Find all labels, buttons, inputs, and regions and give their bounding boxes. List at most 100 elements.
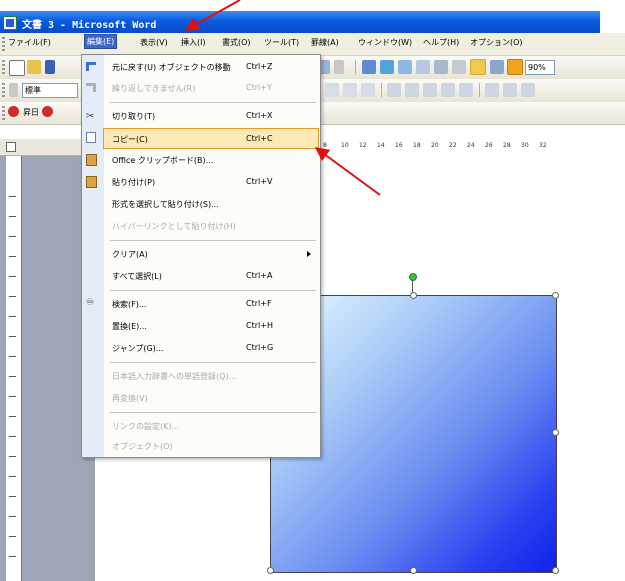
- menu-item-shortcut: Ctrl+Z: [246, 62, 273, 71]
- menu-item-shortcut: Ctrl+G: [246, 343, 274, 352]
- menu-item-label: Office クリップボード(B)...: [112, 156, 214, 165]
- menu-window[interactable]: ウィンドウ(W): [358, 37, 412, 48]
- new-document-icon[interactable]: [9, 60, 25, 76]
- resize-handle-ne[interactable]: [552, 292, 559, 299]
- menu-file[interactable]: ファイル(F): [8, 37, 51, 48]
- char-shading-icon[interactable]: [361, 83, 375, 97]
- vertical-ruler[interactable]: [6, 156, 22, 581]
- submenu-arrow-icon: [307, 251, 311, 257]
- menu-item-register-word[interactable]: 日本語入力辞書への単語登録(Q)...: [104, 366, 319, 387]
- menu-item-select-all[interactable]: すべて選択(L) Ctrl+A: [104, 266, 319, 287]
- indent-icon[interactable]: [521, 83, 535, 97]
- menu-view[interactable]: 表示(V): [140, 37, 168, 48]
- paragraph-marks-icon[interactable]: [507, 59, 523, 75]
- resize-handle-s[interactable]: [410, 567, 417, 574]
- zoom-box[interactable]: 90%: [525, 60, 555, 75]
- char-border-icon[interactable]: [343, 83, 357, 97]
- toolbar-separator: [381, 83, 382, 97]
- red-ball-icon[interactable]: [8, 106, 19, 117]
- redo-icon: [86, 83, 96, 92]
- style-box[interactable]: 標準: [22, 83, 78, 98]
- ruler-number: 16: [395, 142, 403, 149]
- open-folder-icon[interactable]: [27, 60, 41, 74]
- menu-item-redo[interactable]: 繰り返しできません(R) Ctrl+Y: [104, 78, 319, 99]
- toolbar-grip[interactable]: [2, 83, 5, 97]
- undo-toolbar-icon[interactable]: [320, 60, 330, 74]
- menu-item-label: 再変換(V): [112, 394, 148, 403]
- menu-edit[interactable]: 編集(E): [84, 34, 118, 49]
- menu-item-replace[interactable]: 置換(E)... Ctrl+H: [104, 316, 319, 337]
- numbering-icon[interactable]: [485, 83, 499, 97]
- tab-selector-icon[interactable]: [6, 142, 16, 152]
- insert-table-icon[interactable]: [398, 60, 412, 74]
- justify-icon[interactable]: [441, 83, 455, 97]
- align-center-icon[interactable]: [405, 83, 419, 97]
- columns-icon[interactable]: [434, 60, 448, 74]
- line-spacing-icon[interactable]: [459, 83, 473, 97]
- menu-table[interactable]: 罫線(A): [311, 37, 339, 48]
- red-ball-icon-2[interactable]: [42, 106, 53, 117]
- menu-separator: [110, 362, 316, 363]
- menu-item-label: クリア(A): [112, 250, 148, 259]
- menu-item-shortcut: Ctrl+H: [246, 321, 273, 330]
- menu-item-label: ハイパーリンクとして貼り付け(H): [112, 222, 236, 231]
- menu-item-label: 貼り付け(P): [112, 178, 156, 187]
- menu-item-cut[interactable]: 切り取り(T) Ctrl+X: [104, 106, 319, 127]
- redo-toolbar-icon[interactable]: [334, 60, 344, 74]
- save-icon[interactable]: [45, 60, 55, 74]
- ruler-number: 26: [485, 142, 493, 149]
- bullets-icon[interactable]: [503, 83, 517, 97]
- menu-tools[interactable]: ツール(T): [264, 37, 299, 48]
- toolbar-grip[interactable]: [2, 106, 5, 120]
- show-hide-icon[interactable]: [490, 60, 504, 74]
- bold-icon[interactable]: [325, 83, 339, 97]
- resize-handle-n[interactable]: [410, 292, 417, 299]
- toolbar-grip[interactable]: [2, 60, 5, 74]
- insert-excel-icon[interactable]: [416, 60, 430, 74]
- menu-item-office-clipboard[interactable]: Office クリップボード(B)...: [104, 150, 319, 171]
- ruler-number: 28: [503, 142, 511, 149]
- clipboard-icon: [86, 154, 97, 166]
- ruler-number: 12: [359, 142, 367, 149]
- menu-item-object[interactable]: オブジェクト(O): [104, 436, 319, 457]
- start-label[interactable]: 昇日: [23, 107, 39, 118]
- menu-item-copy[interactable]: コピー(C) Ctrl+C: [103, 128, 319, 149]
- drawing-icon[interactable]: [452, 60, 466, 74]
- menu-item-label: リンクの設定(K)...: [112, 422, 180, 431]
- align-left-icon[interactable]: [387, 83, 401, 97]
- resize-handle-sw[interactable]: [267, 567, 274, 574]
- menu-item-paste-special[interactable]: 形式を選択して貼り付け(S)...: [104, 194, 319, 215]
- menu-help[interactable]: ヘルプ(H): [423, 37, 459, 48]
- resize-handle-e[interactable]: [552, 429, 559, 436]
- ruler-number: 22: [449, 142, 457, 149]
- menu-item-label: 日本語入力辞書への単語登録(Q)...: [112, 372, 237, 381]
- menu-item-paste-as-hyperlink[interactable]: ハイパーリンクとして貼り付け(H): [104, 216, 319, 237]
- menu-item-label: 置換(E)...: [112, 322, 147, 331]
- menu-item-find[interactable]: 検索(F)... Ctrl+F: [104, 294, 319, 315]
- toolbar-grip[interactable]: [2, 37, 5, 51]
- menu-item-shortcut: Ctrl+X: [246, 111, 273, 120]
- tables-borders-icon[interactable]: [380, 60, 394, 74]
- menu-item-paste[interactable]: 貼り付け(P) Ctrl+V: [104, 172, 319, 193]
- menu-format[interactable]: 書式(O): [222, 37, 251, 48]
- align-right-icon[interactable]: [423, 83, 437, 97]
- styles-icon[interactable]: [9, 83, 18, 97]
- document-page-lower[interactable]: [95, 456, 270, 581]
- menu-insert[interactable]: 挿入(I): [181, 37, 206, 48]
- hyperlink-icon[interactable]: [362, 60, 376, 74]
- menu-item-links[interactable]: リンクの設定(K)...: [104, 416, 319, 437]
- menu-item-goto[interactable]: ジャンプ(G)... Ctrl+G: [104, 338, 319, 359]
- document-map-icon[interactable]: [470, 59, 486, 75]
- menu-item-reconvert[interactable]: 再変換(V): [104, 388, 319, 409]
- menu-item-shortcut: Ctrl+C: [246, 134, 273, 143]
- rotation-handle[interactable]: [409, 273, 417, 281]
- menu-item-label: オブジェクト(O): [112, 442, 173, 451]
- resize-handle-se[interactable]: [552, 567, 559, 574]
- window-title: 文書 3 - Microsoft Word: [22, 20, 157, 31]
- menu-item-clear[interactable]: クリア(A): [104, 244, 319, 265]
- menu-separator: [110, 290, 316, 291]
- menu-item-shortcut: Ctrl+Y: [246, 83, 272, 92]
- menu-options[interactable]: オプション(O): [470, 37, 523, 48]
- menu-item-label: 元に戻す(U) オブジェクトの移動: [112, 63, 231, 72]
- menu-item-undo[interactable]: 元に戻す(U) オブジェクトの移動 Ctrl+Z: [104, 57, 319, 78]
